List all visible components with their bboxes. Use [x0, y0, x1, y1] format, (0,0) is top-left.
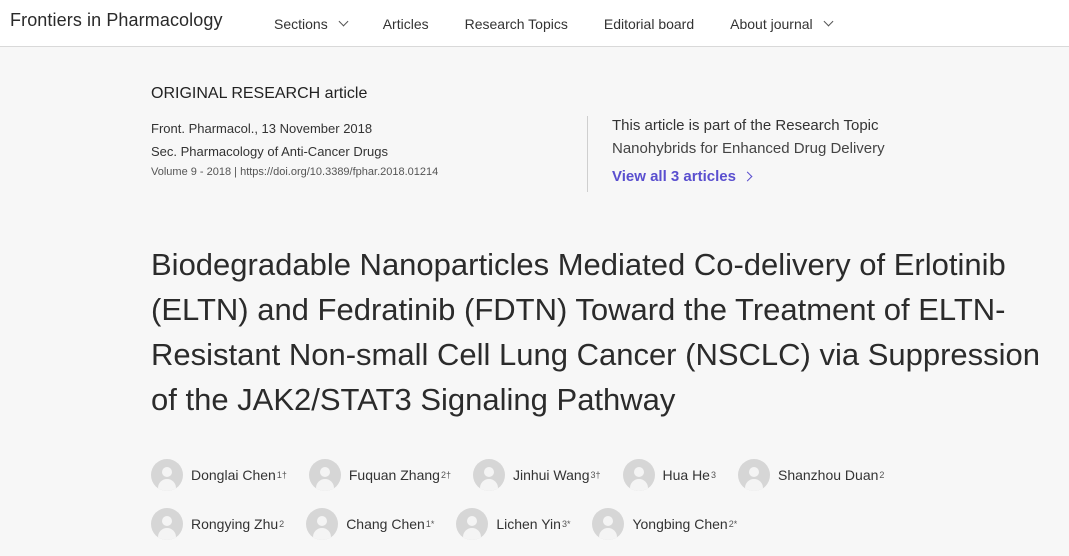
author-item[interactable]: Lichen Yin 3* [456, 508, 570, 540]
author-item[interactable]: Chang Chen 1* [306, 508, 434, 540]
author-name: Fuquan Zhang [348, 467, 440, 483]
journal-brand-link[interactable]: Frontiers in Pharmacology [10, 10, 223, 31]
research-topic-name[interactable]: Nanohybrids for Enhanced Drug Delivery [612, 136, 885, 162]
nav-research-topics-label: Research Topics [464, 15, 568, 32]
nav-about-journal[interactable]: About journal [730, 15, 834, 32]
author-name: Chang Chen [346, 516, 425, 532]
article-type: ORIGINAL RESEARCH article [151, 85, 368, 102]
nav-research-topics[interactable]: Research Topics [465, 16, 568, 32]
vertical-divider [587, 116, 588, 192]
author-affiliation: 2* [728, 519, 738, 529]
author-item[interactable]: Fuquan Zhang 2† [308, 459, 451, 491]
author-name: Shanzhou Duan [777, 467, 879, 483]
avatar-icon [592, 508, 625, 540]
nav-sections[interactable]: Sections [274, 15, 349, 32]
author-row: Donglai Chen 1† Fuquan Zhang 2† Jinhui Wang 3… [151, 458, 1051, 492]
nav-about-journal-label: About journal [730, 15, 813, 32]
author-name: Donglai Chen [191, 467, 276, 483]
article-meta: Front. Pharmacol., 13 November 2018 Sec.… [151, 117, 438, 181]
author-affiliation: 3* [561, 519, 571, 529]
chevron-down-icon [338, 16, 349, 27]
view-all-articles-label: View all 3 articles [612, 168, 736, 185]
author-item[interactable]: Hua He 3 [622, 459, 716, 491]
author-list: Donglai Chen 1† Fuquan Zhang 2† Jinhui Wang 3… [151, 458, 1051, 556]
nav-editorial-board[interactable]: Editorial board [604, 16, 694, 32]
avatar-icon [151, 508, 183, 540]
author-name: Rongying Zhu [191, 516, 279, 532]
nav-articles[interactable]: Articles [383, 16, 429, 32]
chevron-down-icon [823, 16, 834, 27]
author-row: Rongying Zhu 2 Chang Chen 1* Lichen Yin 3* Yon… [151, 507, 1051, 541]
nav-articles-label: Articles [382, 15, 429, 32]
author-name: Hua He [662, 467, 710, 483]
research-topic-label: This article is part of the Research Top… [612, 117, 879, 134]
avatar-icon [306, 508, 339, 540]
avatar-icon [456, 508, 489, 540]
chevron-right-icon [742, 171, 753, 182]
nav-sections-label: Sections [274, 15, 328, 32]
author-affiliation: 2 [279, 519, 285, 529]
volume-doi[interactable]: Volume 9 - 2018 | https://doi.org/10.338… [151, 163, 438, 181]
avatar-icon [472, 459, 505, 491]
author-item[interactable]: Shanzhou Duan 2 [737, 459, 885, 491]
author-affiliation: 2† [440, 470, 451, 480]
research-topic-box: This article is part of the Research Top… [612, 116, 885, 185]
avatar-icon [737, 459, 770, 491]
article-section-link[interactable]: Sec. Pharmacology of Anti-Cancer Drugs [151, 140, 438, 163]
author-affiliation: 1† [276, 470, 287, 480]
journal-date: Front. Pharmacol., 13 November 2018 [151, 121, 373, 136]
author-item[interactable]: Donglai Chen 1† [151, 459, 287, 491]
author-name: Yongbing Chen [632, 516, 728, 532]
top-navigation-bar: Frontiers in Pharmacology Sections Artic… [0, 0, 1069, 47]
avatar-icon [308, 459, 341, 491]
author-name: Lichen Yin [496, 516, 561, 532]
author-item[interactable]: Rongying Zhu 2 [151, 508, 284, 540]
author-affiliation: 3 [710, 470, 716, 480]
avatar-icon [622, 459, 655, 491]
view-all-articles-link[interactable]: View all 3 articles [612, 168, 885, 185]
author-item[interactable]: Jinhui Wang 3† [472, 459, 601, 491]
author-affiliation: 3† [590, 470, 601, 480]
article-title: Biodegradable Nanoparticles Mediated Co-… [151, 247, 1041, 417]
nav-editorial-board-label: Editorial board [603, 15, 695, 32]
author-affiliation: 2 [879, 470, 885, 480]
avatar-icon [151, 459, 183, 491]
main-nav: Sections Articles Research Topics Editor… [274, 0, 868, 47]
author-item[interactable]: Yongbing Chen 2* [592, 508, 737, 540]
author-name: Jinhui Wang [512, 467, 590, 483]
author-affiliation: 1* [425, 519, 435, 529]
